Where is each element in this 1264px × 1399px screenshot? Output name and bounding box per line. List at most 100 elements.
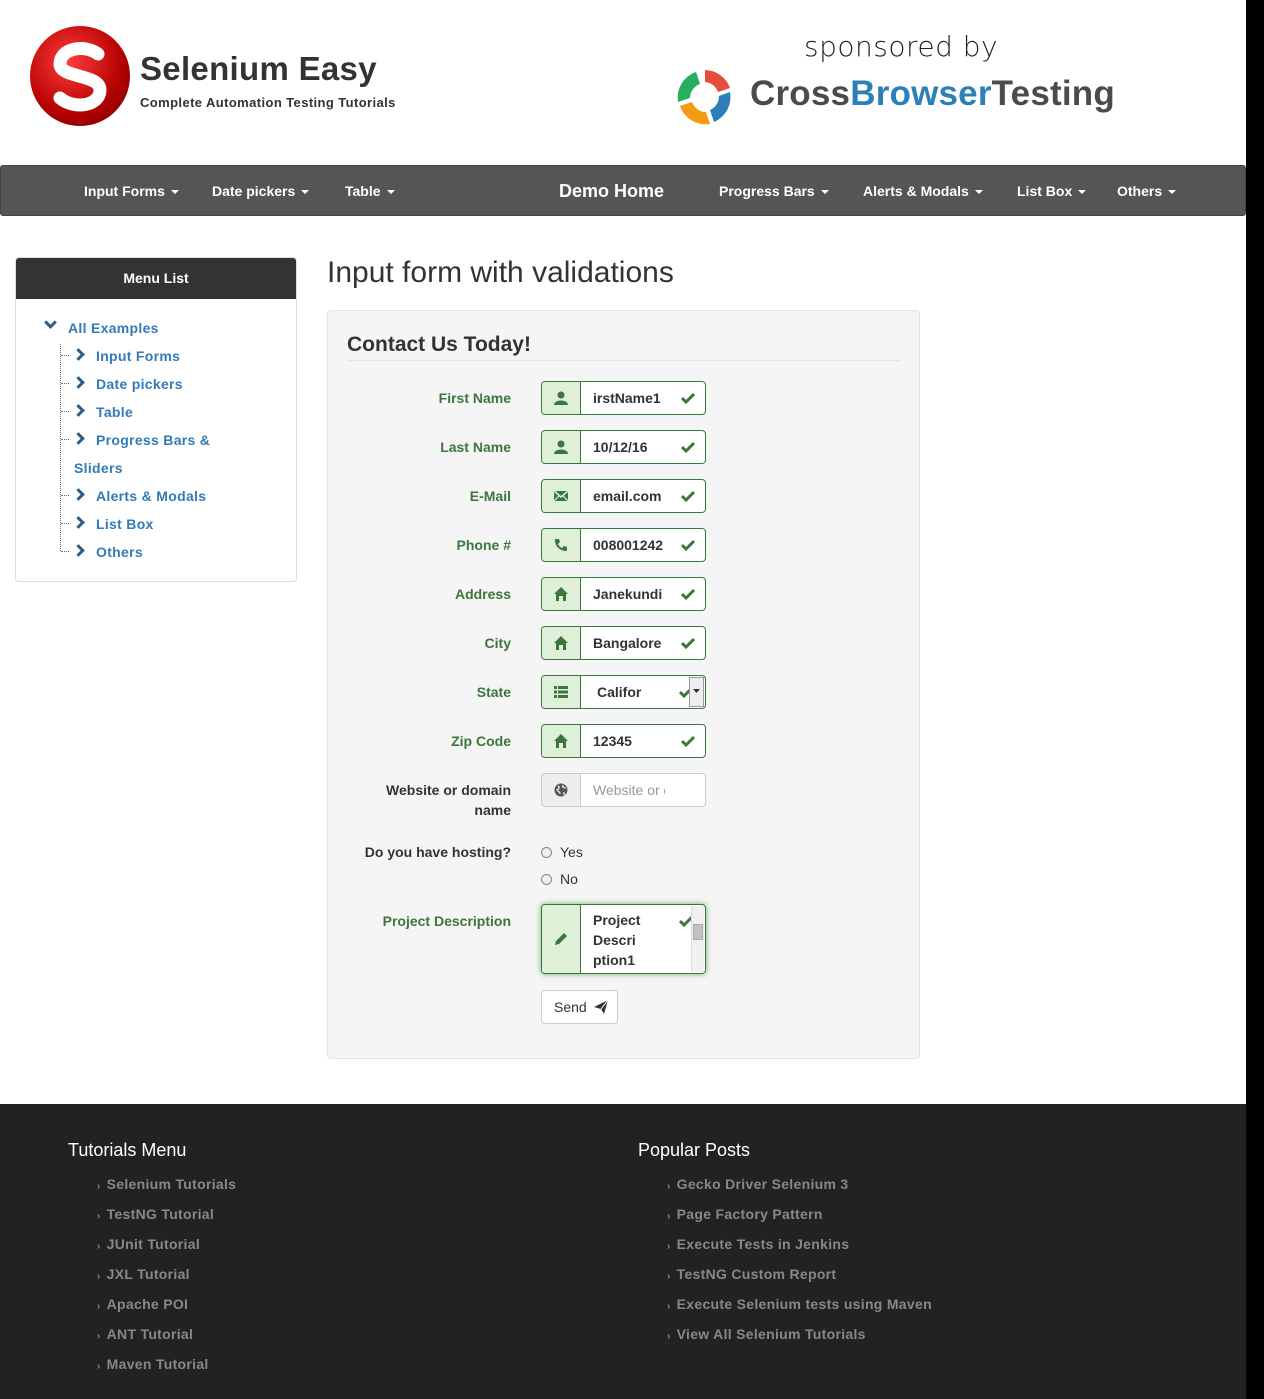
angle-right-icon: › — [667, 1241, 671, 1252]
nav-list-box[interactable]: List Box — [1017, 166, 1087, 217]
hosting-no-label: No — [560, 871, 578, 887]
radio-button[interactable] — [541, 874, 552, 885]
list-icon — [554, 686, 568, 698]
top-navbar: Input Forms Date pickers Table Demo Home… — [0, 165, 1246, 216]
city-input[interactable]: Bangalore — [593, 627, 665, 659]
sidebar-item-input-forms[interactable]: Input Forms — [96, 348, 180, 364]
sidebar-item-others[interactable]: Others — [96, 544, 143, 560]
email-field[interactable]: email.com — [541, 479, 706, 513]
nav-alerts-modals[interactable]: Alerts & Modals — [863, 166, 983, 217]
address-input[interactable]: Janekundi — [593, 578, 665, 610]
website-input[interactable]: Website or doi — [593, 774, 665, 806]
nav-input-forms[interactable]: Input Forms — [84, 166, 179, 217]
footer-link-label: TestNG Custom Report — [676, 1266, 837, 1282]
footer-link-label: JXL Tutorial — [106, 1266, 190, 1282]
angle-right-icon: › — [97, 1301, 101, 1312]
zip-input[interactable]: 12345 — [593, 725, 665, 757]
legend-divider — [347, 360, 900, 361]
brand-subtitle: Complete Automation Testing Tutorials — [140, 95, 396, 110]
caret-down-icon — [1078, 190, 1087, 195]
phone-input[interactable]: 008001242 — [593, 529, 665, 561]
last-name-input[interactable]: 10/12/16 — [593, 431, 665, 463]
footer-link-post[interactable]: › Page Factory Pattern — [667, 1206, 823, 1222]
caret-down-icon — [301, 190, 310, 195]
sidebar-item-list-box[interactable]: List Box — [96, 516, 154, 532]
website-field[interactable]: Website or doi — [541, 773, 706, 807]
check-icon — [681, 392, 695, 405]
footer-link-post[interactable]: › View All Selenium Tutorials — [667, 1326, 866, 1342]
check-icon — [681, 441, 695, 454]
state-select[interactable]: Califor — [541, 675, 706, 709]
page-title: Input form with validations — [327, 256, 674, 289]
angle-right-icon: › — [97, 1331, 101, 1342]
sidebar-item-progress-bars[interactable]: Progress Bars & — [96, 432, 210, 448]
textarea-line: Project — [593, 912, 641, 928]
angle-right-icon: › — [97, 1361, 101, 1372]
footer-link-tutorial[interactable]: › JXL Tutorial — [97, 1266, 190, 1282]
site-logo[interactable] — [30, 26, 130, 126]
nav-others[interactable]: Others — [1117, 166, 1177, 217]
address-field[interactable]: Janekundi — [541, 577, 706, 611]
city-field[interactable]: Bangalore — [541, 626, 706, 660]
envelope-icon-addon — [542, 480, 581, 512]
sidebar-item-progress-bars-cont[interactable]: Sliders — [74, 460, 123, 476]
first-name-input[interactable]: irstName1 — [593, 382, 665, 414]
home-icon — [554, 636, 568, 650]
website-label-line2: name — [474, 802, 511, 818]
angle-right-icon: › — [97, 1181, 101, 1192]
project-description-field[interactable]: Project Descri ption1 — [541, 904, 706, 974]
tree-branch — [61, 411, 69, 412]
state-selected-value[interactable]: Califor — [597, 676, 665, 708]
nav-demo-home[interactable]: Demo Home — [559, 166, 664, 217]
footer-link-tutorial[interactable]: › Selenium Tutorials — [97, 1176, 236, 1192]
footer-link-post[interactable]: › Gecko Driver Selenium 3 — [667, 1176, 849, 1192]
scrollbar-thumb[interactable] — [693, 924, 703, 940]
sidebar-item-table[interactable]: Table — [96, 404, 133, 420]
textarea-scrollbar[interactable] — [691, 906, 704, 972]
hosting-yes-radio[interactable]: Yes — [541, 844, 583, 860]
last-name-field[interactable]: 10/12/16 — [541, 430, 706, 464]
project-description-textarea[interactable]: Project Descri ption1 — [593, 910, 640, 970]
crossbrowsertesting-logo-icon[interactable] — [674, 66, 736, 128]
footer-link-tutorial[interactable]: › ANT Tutorial — [97, 1326, 193, 1342]
footer-link-tutorial[interactable]: › TestNG Tutorial — [97, 1206, 214, 1222]
nav-table[interactable]: Table — [345, 166, 395, 217]
hosting-label: Do you have hosting? — [364, 844, 511, 860]
home-icon — [554, 587, 568, 601]
phone-field[interactable]: 008001242 — [541, 528, 706, 562]
footer-link-tutorial[interactable]: › JUnit Tutorial — [97, 1236, 200, 1252]
last-name-label: Last Name — [440, 439, 511, 455]
zip-field[interactable]: 12345 — [541, 724, 706, 758]
footer-link-post[interactable]: › Execute Selenium tests using Maven — [667, 1296, 932, 1312]
form-legend: Contact Us Today! — [347, 333, 531, 356]
email-input[interactable]: email.com — [593, 480, 665, 512]
angle-right-icon: › — [667, 1301, 671, 1312]
home-icon — [554, 734, 568, 748]
footer-link-post[interactable]: › Execute Tests in Jenkins — [667, 1236, 849, 1252]
footer-link-tutorial[interactable]: › Apache POI — [97, 1296, 188, 1312]
tree-branch — [61, 439, 69, 440]
sidebar-item-alerts-modals[interactable]: Alerts & Modals — [96, 488, 206, 504]
sidebar-item-date-pickers[interactable]: Date pickers — [96, 376, 183, 392]
nav-date-pickers[interactable]: Date pickers — [212, 166, 310, 217]
first-name-label: First Name — [438, 390, 511, 406]
send-button[interactable]: Send — [541, 990, 618, 1024]
pencil-icon-addon — [542, 905, 581, 973]
angle-right-icon: › — [667, 1181, 671, 1192]
list-icon-addon — [542, 676, 581, 708]
send-icon — [594, 1000, 608, 1014]
nav-progress-bars[interactable]: Progress Bars — [719, 166, 829, 217]
home-icon-addon — [542, 627, 581, 659]
dropdown-arrow-icon[interactable] — [689, 677, 704, 707]
footer-link-post[interactable]: › TestNG Custom Report — [667, 1266, 836, 1282]
footer-link-label: Execute Tests in Jenkins — [676, 1236, 850, 1252]
radio-button[interactable] — [541, 847, 552, 858]
nav-label: Date pickers — [212, 183, 296, 199]
footer-link-tutorial[interactable]: › Maven Tutorial — [97, 1356, 209, 1372]
first-name-field[interactable]: irstName1 — [541, 381, 706, 415]
sponsor-name[interactable]: CrossBrowserTesting — [750, 74, 1115, 114]
brand-title[interactable]: Selenium Easy — [140, 50, 377, 88]
sidebar-item-all-examples[interactable]: All Examples — [68, 320, 159, 336]
hosting-no-radio[interactable]: No — [541, 871, 578, 887]
hosting-yes-label: Yes — [560, 844, 583, 860]
